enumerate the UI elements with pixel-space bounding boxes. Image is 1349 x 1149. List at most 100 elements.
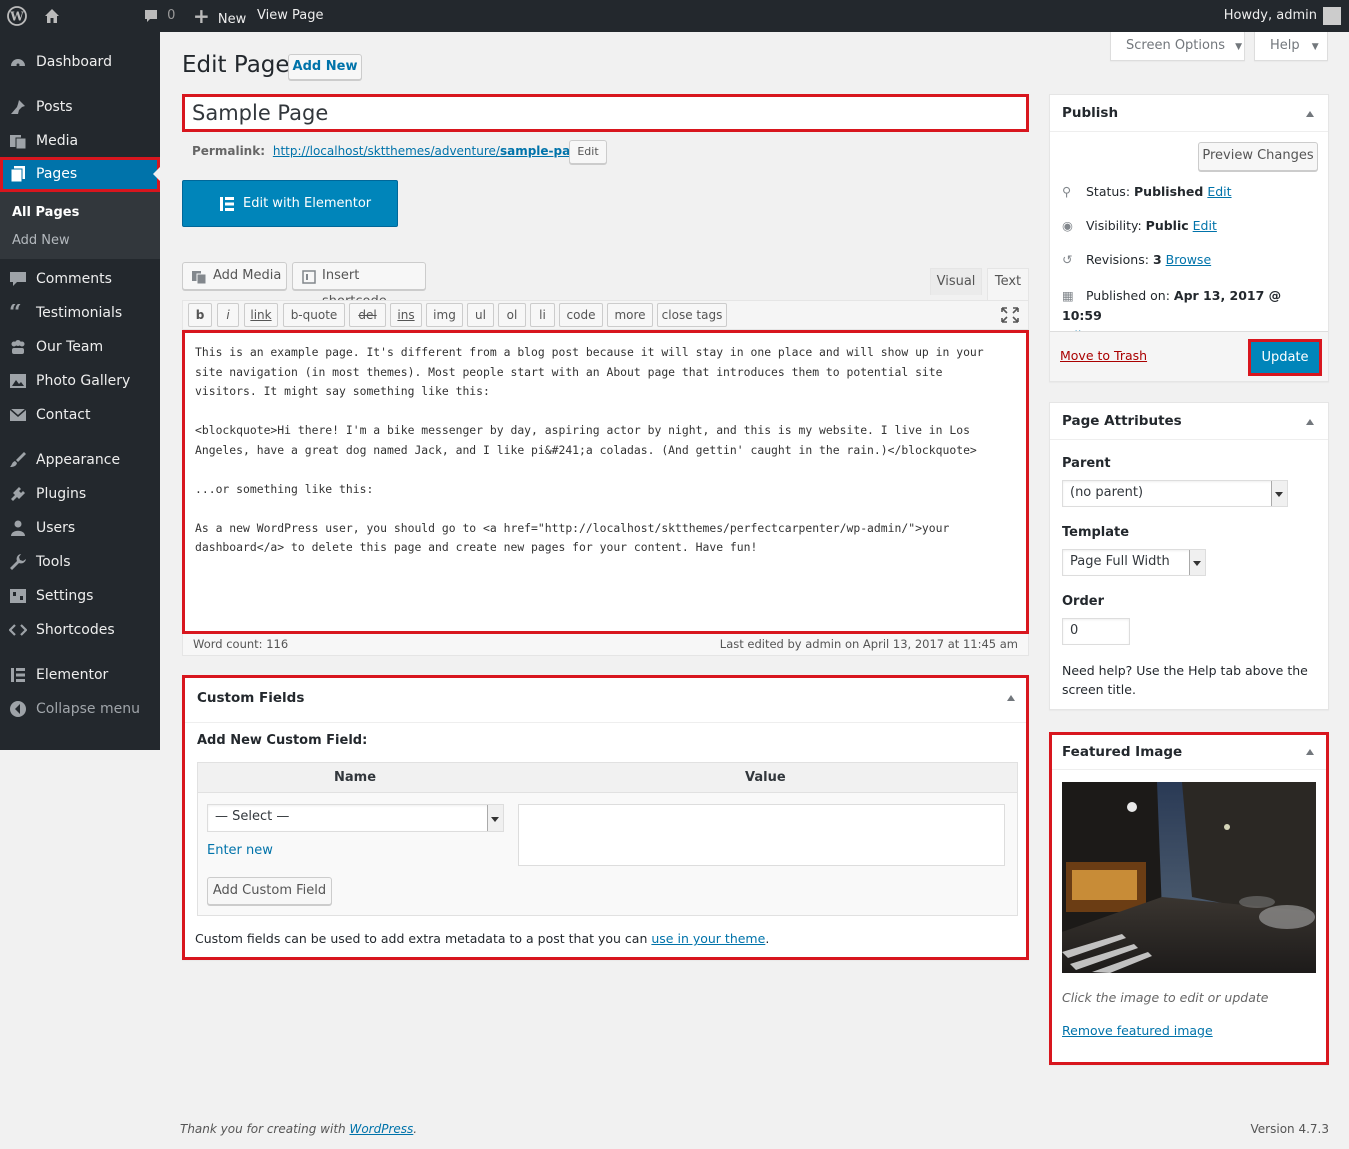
word-count: Word count: 116 — [193, 637, 289, 651]
add-custom-field-heading: Add New Custom Field: — [197, 733, 368, 748]
featured-image-thumbnail[interactable] — [1062, 782, 1316, 973]
last-edited: Last edited by admin on April 13, 2017 a… — [719, 637, 1018, 651]
fullscreen-icon[interactable] — [1001, 307, 1019, 323]
qt-img-button[interactable]: img — [426, 303, 463, 327]
footer-version: Version 4.7.3 — [1250, 1122, 1329, 1136]
qt-close-tags-button[interactable]: close tags — [657, 303, 727, 327]
toggle-panel-icon[interactable] — [1007, 695, 1015, 701]
sidebar-item-comments[interactable]: Comments — [0, 262, 160, 296]
sidebar-item-our-team[interactable]: Our Team — [0, 330, 160, 364]
admin-bar: W 0 + New View Page Howdy, admin — [0, 0, 1349, 32]
sidebar-item-users[interactable]: Users — [0, 511, 160, 545]
sidebar-item-shortcodes[interactable]: Shortcodes — [0, 613, 160, 647]
wordpress-link[interactable]: WordPress — [349, 1122, 413, 1136]
qt-code-button[interactable]: code — [559, 303, 603, 327]
sidebar-item-label: Appearance — [36, 452, 121, 468]
custom-field-key-select[interactable]: — Select — — [207, 804, 504, 832]
view-page-link[interactable]: View Page — [257, 0, 323, 32]
sidebar-item-testimonials[interactable]: “ Testimonials — [0, 296, 160, 330]
edit-with-elementor-button[interactable]: Edit with Elementor — [182, 180, 398, 227]
avatar[interactable] — [1323, 7, 1341, 25]
published-label: Published on: — [1085, 288, 1170, 303]
wordpress-logo-icon[interactable]: W — [7, 0, 27, 32]
caret-down-icon: ▼ — [1311, 42, 1319, 52]
content-textarea[interactable]: This is an example page. It's different … — [182, 330, 1029, 634]
parent-select[interactable]: (no parent) — [1062, 480, 1288, 507]
new-content-link[interactable]: + New — [193, 0, 246, 32]
sidebar-item-elementor[interactable]: Elementor — [0, 658, 160, 692]
use-in-theme-link[interactable]: use in your theme — [651, 931, 765, 946]
permalink-edit-button[interactable]: Edit — [569, 140, 607, 164]
enter-new-link[interactable]: Enter new — [207, 843, 273, 858]
comments-count: 0 — [167, 8, 176, 23]
brush-icon — [10, 452, 26, 467]
user-icon — [11, 520, 25, 536]
howdy-user[interactable]: Howdy, admin — [1224, 0, 1317, 32]
sidebar-item-appearance[interactable]: Appearance — [0, 443, 160, 477]
collapse-icon — [10, 701, 26, 717]
custom-field-value-textarea[interactable] — [518, 804, 1005, 866]
sidebar-item-media[interactable]: Media — [0, 124, 160, 158]
order-input[interactable]: 0 — [1062, 618, 1130, 645]
browse-revisions-link[interactable]: Browse — [1166, 252, 1212, 267]
sidebar-item-label: Dashboard — [36, 54, 112, 70]
sidebar-item-contact[interactable]: Contact — [0, 398, 160, 432]
add-media-button[interactable]: Add Media — [182, 262, 287, 290]
revisions-row: ↺ Revisions: 3 Browse — [1062, 252, 1211, 267]
screen-options-button[interactable]: Screen Options ▼ — [1110, 32, 1245, 61]
sidebar-item-tools[interactable]: Tools — [0, 545, 160, 579]
visibility-row: ◉ Visibility: Public Edit — [1062, 218, 1217, 233]
footer-period: . — [413, 1122, 418, 1136]
add-new-page-button[interactable]: Add New — [288, 54, 362, 80]
permalink-link[interactable]: http://localhost/sktthemes/adventure/sam… — [273, 144, 591, 158]
sidebar-collapse-menu[interactable]: Collapse menu — [0, 692, 160, 726]
qt-link-button[interactable]: link — [244, 303, 278, 327]
caret-down-icon: ▼ — [1235, 42, 1243, 52]
qt-italic-button[interactable]: i — [217, 303, 239, 327]
qt-li-button[interactable]: li — [530, 303, 555, 327]
qt-ul-button[interactable]: ul — [467, 303, 494, 327]
custom-fields-help-text: Custom fields can be used to add extra m… — [195, 931, 648, 946]
template-select[interactable]: Page Full Width — [1062, 549, 1206, 576]
map-pin-icon: ⚲ — [1062, 184, 1072, 199]
sidebar-item-settings[interactable]: Settings — [0, 579, 160, 613]
help-button[interactable]: Help ▼ — [1254, 32, 1328, 61]
qt-bold-button[interactable]: b — [188, 303, 212, 327]
gallery-icon — [10, 374, 26, 388]
submenu-all-pages[interactable]: All Pages — [12, 205, 79, 220]
add-custom-field-button[interactable]: Add Custom Field — [207, 877, 332, 905]
chevron-down-icon — [1271, 481, 1287, 506]
sidebar-item-posts[interactable]: Posts — [0, 90, 160, 124]
sidebar-item-plugins[interactable]: Plugins — [0, 477, 160, 511]
toggle-panel-icon[interactable] — [1306, 111, 1314, 117]
submenu-add-new[interactable]: Add New — [12, 233, 70, 248]
visibility-value: Public — [1145, 218, 1189, 233]
tab-text[interactable]: Text — [987, 268, 1029, 301]
qt-bquote-button[interactable]: b-quote — [283, 303, 345, 327]
qt-ins-button[interactable]: ins — [390, 303, 422, 327]
tab-visual[interactable]: Visual — [930, 268, 982, 295]
qt-ol-button[interactable]: ol — [498, 303, 526, 327]
insert-shortcode-button[interactable]: Insert shortcode — [292, 262, 426, 309]
qt-more-button[interactable]: more — [607, 303, 653, 327]
toggle-panel-icon[interactable] — [1306, 749, 1314, 755]
update-button[interactable]: Update — [1248, 339, 1322, 376]
col-header-value: Value — [745, 770, 786, 785]
parent-label: Parent — [1062, 456, 1111, 471]
visibility-edit-link[interactable]: Edit — [1193, 218, 1217, 233]
qt-del-button[interactable]: del — [349, 303, 386, 327]
sidebar-item-label: Comments — [36, 271, 112, 287]
remove-featured-image-link[interactable]: Remove featured image — [1062, 1023, 1213, 1038]
sidebar-item-photo-gallery[interactable]: Photo Gallery — [0, 364, 160, 398]
sidebar-item-label: Our Team — [36, 339, 104, 355]
post-title-input[interactable]: Sample Page — [182, 94, 1029, 132]
calendar-icon: ▦ — [1062, 288, 1074, 303]
comments-link[interactable]: 0 — [143, 0, 175, 32]
preview-changes-button[interactable]: Preview Changes — [1198, 142, 1318, 171]
sidebar-item-pages[interactable]: Pages — [0, 157, 160, 192]
home-icon[interactable] — [43, 0, 61, 32]
status-edit-link[interactable]: Edit — [1207, 184, 1231, 199]
toggle-panel-icon[interactable] — [1306, 419, 1314, 425]
move-to-trash-link[interactable]: Move to Trash — [1060, 348, 1147, 363]
sidebar-item-dashboard[interactable]: Dashboard — [0, 45, 160, 79]
